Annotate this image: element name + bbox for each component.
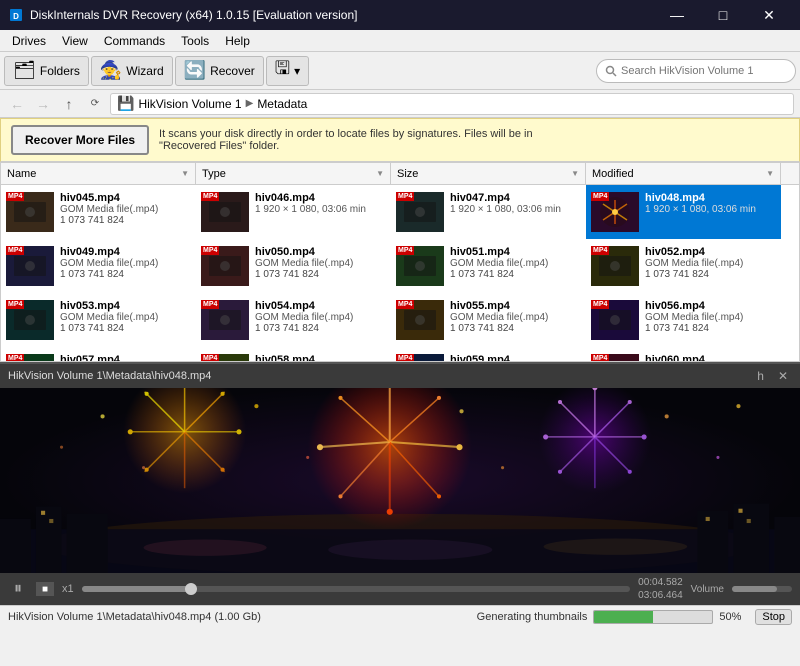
window-title: DiskInternals DVR Recovery (x64) 1.0.15 … [30,8,357,22]
preview-close-button[interactable]: ✕ [774,369,792,383]
wizard-button[interactable]: 🧙 Wizard [91,56,173,86]
file-thumbnail: MP4 [396,246,444,286]
breadcrumb-folder[interactable]: Metadata [257,97,307,111]
list-item[interactable]: MP4 hiv047.mp4 1 920 × 1 080, 03:06 min [391,185,586,239]
file-thumbnail: MP4 [6,300,54,340]
volume-slider[interactable] [732,586,792,592]
col-type[interactable]: Type▼ [196,163,391,184]
list-item[interactable]: MP4 hiv053.mp4 GOM Media file(.mp4) 1 07… [1,293,196,347]
extra-icon: 🖫 [275,56,290,86]
col-modified[interactable]: Modified▼ [586,163,781,184]
breadcrumb-drive[interactable]: HikVision Volume 1 [138,97,241,111]
menu-commands[interactable]: Commands [96,30,173,52]
svg-text:D: D [13,12,19,21]
list-item[interactable]: MP4 hiv054.mp4 GOM Media file(.mp4) 1 07… [196,293,391,347]
recovery-banner: Recover More Files It scans your disk di… [0,118,800,162]
volume-label: Volume [691,584,724,595]
file-thumbnail: MP4 [396,192,444,232]
address-bar: ← → ↑ ⟳ 💾 HikVision Volume 1 ▶ Metadata [0,90,800,118]
list-item[interactable]: MP4 hiv057.mp4 GOM Media file(.mp4) 1 07… [1,347,196,362]
file-thumbnail: MP4 [6,246,54,286]
column-headers: Name▼ Type▼ Size▼ Modified▼ [1,163,799,185]
file-thumbnail: MP4 [591,246,639,286]
banner-message: It scans your disk directly in order to … [159,128,533,152]
list-item[interactable]: MP4 hiv060.mp4 GOM Media file(.mp4) 1 07… [586,347,781,362]
refresh-button[interactable]: ⟳ [84,93,106,115]
toolbar: 🗂 Folders 🧙 Wizard 🔄 Recover 🖫 ▾ [0,52,800,90]
list-item[interactable]: MP4 hiv048.mp4 1 920 × 1 080, 03:06 min [586,185,781,239]
close-button[interactable]: ✕ [746,0,792,30]
menu-tools[interactable]: Tools [173,30,217,52]
file-thumbnail: MP4 [6,192,54,232]
list-item[interactable]: MP4 hiv058.mp4 GOM Media file(.mp4) 1 07… [196,347,391,362]
file-thumbnail: MP4 [591,300,639,340]
search-input[interactable] [621,65,787,77]
menu-view[interactable]: View [54,30,96,52]
file-thumbnail: MP4 [201,246,249,286]
drive-icon: 💾 [117,95,134,112]
list-item[interactable]: MP4 hiv055.mp4 GOM Media file(.mp4) 1 07… [391,293,586,347]
preview-pane: HikVision Volume 1\Metadata\hiv048.mp4 h… [0,362,800,605]
recover-icon: 🔄 [184,60,206,81]
back-button[interactable]: ← [6,93,28,115]
file-grid: MP4 hiv045.mp4 GOM Media file(.mp4) 1 07… [1,185,799,362]
file-browser: Name▼ Type▼ Size▼ Modified▼ MP4 [0,162,800,362]
up-button[interactable]: ↑ [58,93,80,115]
col-size[interactable]: Size▼ [391,163,586,184]
list-item[interactable]: MP4 hiv050.mp4 GOM Media file(.mp4) 1 07… [196,239,391,293]
controls-bar: ⏸ ■ x1 00:04.582 03:06.464 Volume [0,573,800,605]
list-item[interactable]: MP4 hiv046.mp4 1 920 × 1 080, 03:06 min [196,185,391,239]
extra-button[interactable]: 🖫 ▾ [266,56,309,86]
status-stop-button[interactable]: Stop [755,609,792,625]
speed-label: x1 [62,583,74,595]
list-item[interactable]: MP4 hiv052.mp4 GOM Media file(.mp4) 1 07… [586,239,781,293]
status-path: HikVision Volume 1\Metadata\hiv048.mp4 (… [8,611,469,623]
collapse-button[interactable]: h [753,369,768,383]
file-thumbnail: MP4 [591,354,639,362]
status-percent: 50% [719,611,749,623]
file-thumbnail: MP4 [201,354,249,362]
file-thumbnail: MP4 [396,300,444,340]
status-progress-bar [593,610,713,624]
time-display: 00:04.582 03:06.464 [638,576,683,602]
pause-button[interactable]: ⏸ [8,580,28,598]
menu-drives[interactable]: Drives [4,30,54,52]
fireworks-image [0,388,800,573]
file-thumbnail: MP4 [591,192,639,232]
app-icon: D [8,7,24,23]
breadcrumb: 💾 HikVision Volume 1 ▶ Metadata [110,93,794,115]
folders-button[interactable]: 🗂 Folders [4,56,89,86]
status-bar: HikVision Volume 1\Metadata\hiv048.mp4 (… [0,605,800,627]
status-progress-label: Generating thumbnails [477,611,588,623]
file-thumbnail: MP4 [201,300,249,340]
menu-help[interactable]: Help [217,30,258,52]
search-box[interactable] [596,59,796,83]
list-item[interactable]: MP4 hiv045.mp4 GOM Media file(.mp4) 1 07… [1,185,196,239]
forward-button[interactable]: → [32,93,54,115]
recover-button[interactable]: 🔄 Recover [175,56,264,86]
wizard-icon: 🧙 [100,60,122,81]
stop-button[interactable]: ■ [36,582,54,596]
file-thumbnail: MP4 [201,192,249,232]
search-icon [605,65,617,77]
maximize-button[interactable]: □ [700,0,746,30]
playback-progress[interactable] [82,586,631,592]
preview-header: HikVision Volume 1\Metadata\hiv048.mp4 h… [0,364,800,388]
list-item[interactable]: MP4 hiv049.mp4 GOM Media file(.mp4) 1 07… [1,239,196,293]
title-bar: D DiskInternals DVR Recovery (x64) 1.0.1… [0,0,800,30]
preview-path: HikVision Volume 1\Metadata\hiv048.mp4 [8,370,211,382]
status-progress-container: Generating thumbnails 50% Stop [477,609,792,625]
menu-bar: Drives View Commands Tools Help [0,30,800,52]
folder-icon: 🗂 [13,60,36,81]
file-thumbnail: MP4 [396,354,444,362]
col-name[interactable]: Name▼ [1,163,196,184]
file-thumbnail: MP4 [6,354,54,362]
list-item[interactable]: MP4 hiv051.mp4 GOM Media file(.mp4) 1 07… [391,239,586,293]
minimize-button[interactable]: — [654,0,700,30]
list-item[interactable]: MP4 hiv059.mp4 GOM Media file(.mp4) 1 07… [391,347,586,362]
recover-more-files-button[interactable]: Recover More Files [11,125,149,155]
preview-video [0,388,800,573]
list-item[interactable]: MP4 hiv056.mp4 GOM Media file(.mp4) 1 07… [586,293,781,347]
